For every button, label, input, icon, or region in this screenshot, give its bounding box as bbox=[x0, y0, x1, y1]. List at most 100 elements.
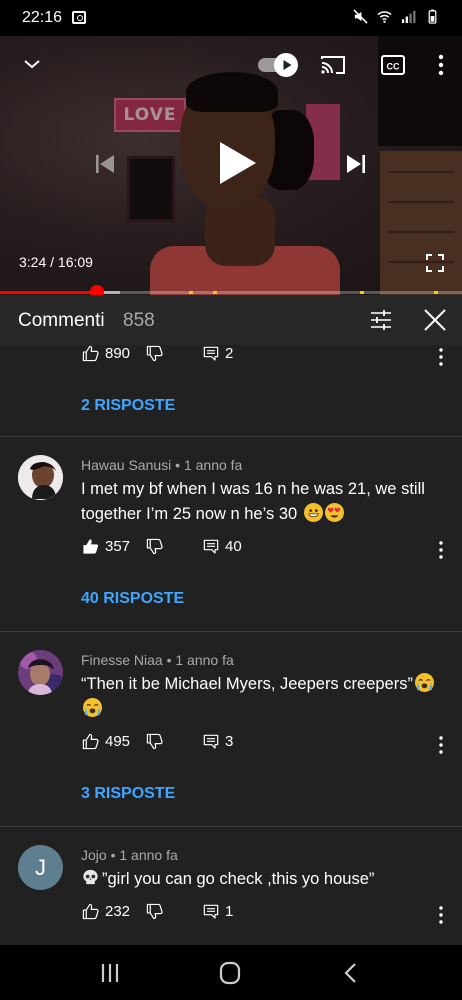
reply-comment-icon bbox=[203, 734, 219, 749]
view-replies-link[interactable]: 2 RISPOSTE bbox=[81, 397, 175, 415]
comment-text: I met my bf when I was 16 n he was 21, w… bbox=[81, 477, 451, 527]
ad-marker bbox=[189, 291, 194, 294]
reply-comment-icon bbox=[203, 904, 219, 919]
reply-comment-icon bbox=[203, 346, 219, 361]
comments-count: 858 bbox=[123, 310, 155, 331]
comment-more-icon[interactable] bbox=[434, 346, 448, 368]
reply-count: 40 bbox=[225, 538, 242, 555]
comment-item: Finesse Niaa • 1 anno fa “Then it be Mic… bbox=[0, 632, 462, 826]
next-icon[interactable] bbox=[344, 152, 368, 176]
comment-item: J Jojo • 1 anno fa ”girl you can go chec… bbox=[0, 827, 462, 945]
home-icon[interactable] bbox=[217, 961, 243, 985]
autoplay-knob bbox=[274, 53, 298, 77]
comment-actions: 495 3 bbox=[0, 733, 462, 757]
status-time: 22:16 bbox=[22, 9, 63, 26]
recents-icon[interactable] bbox=[97, 961, 123, 985]
reply-button[interactable]: 2 bbox=[203, 345, 233, 362]
svg-text:CC: CC bbox=[387, 62, 400, 72]
sort-filter-icon[interactable] bbox=[369, 308, 393, 332]
like-button[interactable]: 357 bbox=[82, 538, 130, 555]
like-button[interactable]: 232 bbox=[82, 903, 130, 920]
reply-comment-icon bbox=[203, 539, 219, 554]
comment-meta: Jojo • 1 anno fa bbox=[81, 847, 178, 863]
like-button[interactable]: 495 bbox=[82, 733, 130, 750]
reply-button[interactable]: 1 bbox=[203, 903, 233, 920]
comment-meta: Hawau Sanusi • 1 anno fa bbox=[81, 457, 243, 473]
thumb-down-icon bbox=[146, 345, 163, 362]
ad-marker bbox=[360, 291, 365, 294]
avatar-photo bbox=[18, 650, 63, 695]
thumb-down-icon bbox=[146, 538, 163, 555]
skull-emoji bbox=[81, 868, 100, 887]
comment-text: ”girl you can go check ,this yo house” bbox=[81, 867, 451, 892]
comment-more-icon[interactable] bbox=[434, 904, 448, 926]
comment-body: I met my bf when I was 16 n he was 21, w… bbox=[81, 480, 425, 523]
thumb-up-icon bbox=[82, 903, 99, 920]
fullscreen-icon[interactable] bbox=[426, 254, 444, 272]
dislike-button[interactable] bbox=[146, 538, 163, 555]
thumb-up-icon bbox=[82, 733, 99, 750]
signal-icon bbox=[401, 10, 416, 24]
like-count: 232 bbox=[105, 903, 131, 920]
reply-button[interactable]: 3 bbox=[203, 733, 233, 750]
comment-more-icon[interactable] bbox=[434, 539, 448, 561]
photo-notification-icon bbox=[72, 11, 86, 24]
previous-icon[interactable] bbox=[93, 152, 117, 176]
cast-icon[interactable] bbox=[320, 54, 346, 76]
reply-count: 1 bbox=[225, 903, 234, 920]
time-display: 3:24 / 16:09 bbox=[19, 254, 93, 270]
comment-more-icon[interactable] bbox=[434, 734, 448, 756]
view-replies-link[interactable]: 40 RISPOSTE bbox=[81, 590, 184, 608]
loudly-crying-emoji bbox=[83, 698, 102, 717]
thumb-up-icon bbox=[82, 345, 99, 362]
status-bar: 22:16 bbox=[0, 0, 462, 36]
like-count: 357 bbox=[105, 538, 131, 555]
autoplay-toggle[interactable] bbox=[258, 53, 298, 77]
dislike-button[interactable] bbox=[146, 345, 163, 362]
comment-actions: 232 1 bbox=[0, 903, 462, 927]
avatar-photo bbox=[18, 455, 63, 500]
heart-eyes-emoji bbox=[324, 503, 344, 522]
collapse-chevron-icon[interactable] bbox=[22, 54, 42, 74]
like-count: 890 bbox=[105, 345, 131, 362]
close-icon[interactable] bbox=[423, 308, 447, 332]
ad-marker bbox=[434, 291, 439, 294]
comment-actions: 890 2 bbox=[0, 345, 462, 369]
comment-text: “Then it be Michael Myers, Jeepers creep… bbox=[81, 672, 451, 722]
dislike-button[interactable] bbox=[146, 903, 163, 920]
comment-body: “Then it be Michael Myers, Jeepers creep… bbox=[81, 675, 413, 693]
mute-icon bbox=[353, 9, 368, 24]
reply-count: 3 bbox=[225, 733, 234, 750]
thumb-up-filled-icon bbox=[83, 539, 99, 554]
play-small-icon bbox=[283, 60, 292, 70]
reply-count: 2 bbox=[225, 345, 234, 362]
reply-button[interactable]: 40 bbox=[203, 538, 242, 555]
thumb-down-icon bbox=[146, 903, 163, 920]
battery-icon bbox=[428, 9, 437, 24]
more-options-icon[interactable] bbox=[431, 52, 451, 78]
like-count: 495 bbox=[105, 733, 131, 750]
thumb-down-icon bbox=[146, 733, 163, 750]
comment-body: ”girl you can go check ,this yo house” bbox=[102, 870, 375, 888]
comments-list[interactable]: 890 2 2 RISPOSTE Hawau Sanusi • 1 anno f… bbox=[0, 345, 462, 945]
wifi-icon bbox=[377, 11, 392, 23]
progress-played bbox=[0, 291, 98, 294]
grin-emoji bbox=[303, 503, 323, 522]
avatar[interactable] bbox=[18, 650, 63, 695]
dislike-button[interactable] bbox=[146, 733, 163, 750]
ad-marker bbox=[212, 291, 217, 294]
back-icon[interactable] bbox=[338, 961, 364, 985]
comment-item: Hawau Sanusi • 1 anno fa I met my bf whe… bbox=[0, 437, 462, 631]
progress-scrubber[interactable] bbox=[90, 285, 105, 295]
comment-meta: Finesse Niaa • 1 anno fa bbox=[81, 652, 234, 668]
view-replies-link[interactable]: 3 RISPOSTE bbox=[81, 785, 175, 803]
comments-header: Commenti 858 bbox=[0, 295, 462, 345]
avatar[interactable] bbox=[18, 455, 63, 500]
like-button[interactable]: 890 bbox=[82, 345, 130, 362]
closed-captions-icon[interactable]: CC bbox=[381, 54, 405, 76]
avatar[interactable]: J bbox=[18, 845, 63, 890]
video-player[interactable]: LOVE CC 3:24 / 16:09 bbox=[0, 36, 462, 295]
play-icon[interactable] bbox=[214, 140, 258, 186]
comment-actions: 357 40 bbox=[0, 538, 462, 562]
loudly-crying-emoji bbox=[414, 673, 434, 692]
